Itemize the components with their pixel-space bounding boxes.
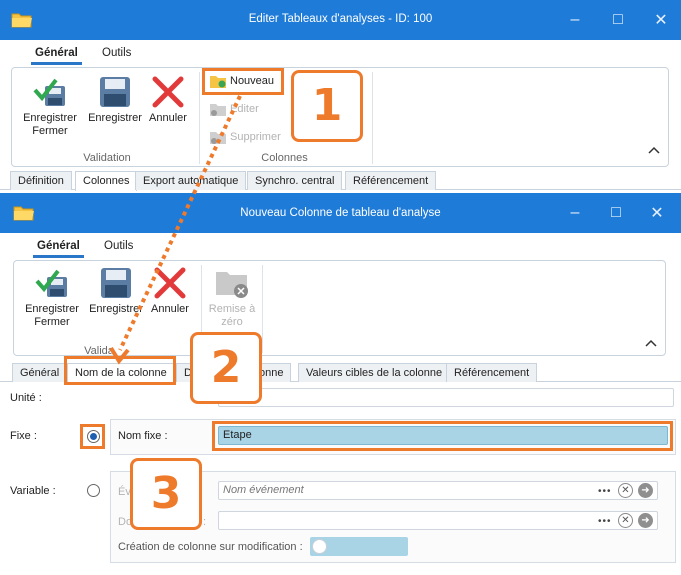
callout-number-2: 2 bbox=[190, 332, 262, 404]
callout-number-3: 3 bbox=[130, 458, 202, 530]
highlight-fixed-radio bbox=[80, 424, 105, 449]
highlight-fixed-name-input bbox=[212, 421, 673, 451]
dotted-arrow bbox=[109, 95, 242, 365]
highlight-tab-column-name bbox=[64, 356, 176, 385]
